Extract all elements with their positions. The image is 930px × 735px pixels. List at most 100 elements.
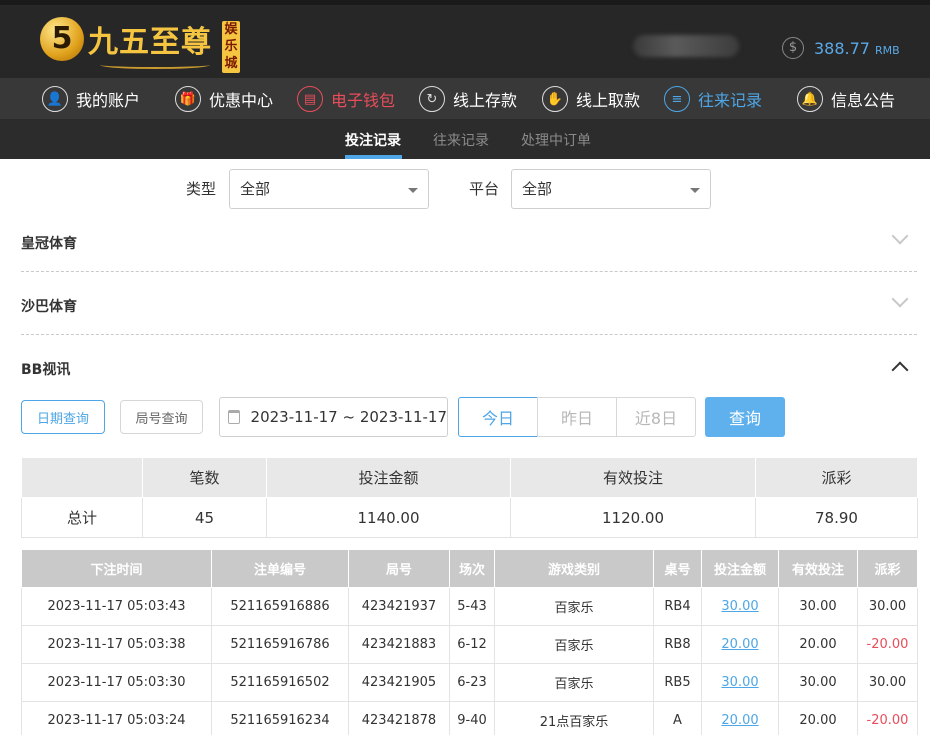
bet-amount-link[interactable]: 20.00 (701, 625, 779, 664)
bet-time: 2023-11-17 05:03:30 (21, 663, 212, 702)
nav-label: 我的账户 (76, 91, 141, 110)
query-button[interactable]: 查询 (705, 397, 785, 437)
blurred-username (633, 35, 739, 57)
summary-cell: 45 (142, 497, 267, 538)
main-nav: 👤 我的账户 🎁 优惠中心 ▤ 电子钱包 ↻ 线上存款 ✋ 线上取款 ≡ 往来记… (0, 78, 930, 120)
bet-id: 521165916502 (211, 663, 349, 702)
bet-amount-link[interactable]: 20.00 (701, 701, 779, 735)
bet-id: 521165916234 (211, 701, 349, 735)
nav-my-account[interactable]: 👤 我的账户 (42, 84, 140, 114)
nav-label: 优惠中心 (209, 91, 274, 110)
payout: -20.00 (857, 625, 918, 664)
nav-records[interactable]: ≡ 往来记录 (664, 84, 762, 114)
platform-select[interactable]: 全部 (511, 169, 711, 209)
payout: 30.00 (857, 663, 918, 702)
bet-amount-link[interactable]: 30.00 (701, 587, 779, 626)
chevron-down-icon (408, 188, 418, 193)
session: 6-23 (449, 663, 495, 702)
summary-cell: 总计 (21, 497, 143, 538)
summary-cell: 1120.00 (510, 497, 756, 538)
nav-label: 线上存款 (453, 91, 518, 110)
table-row: 2023-11-17 05:03:38 521165916786 4234218… (21, 625, 918, 664)
nav-withdraw[interactable]: ✋ 线上取款 (542, 84, 640, 114)
game-type: 百家乐 (494, 625, 654, 664)
table-id: RB5 (653, 663, 702, 702)
platform-select-value: 全部 (522, 180, 553, 198)
brand-name: 九五至尊 (88, 25, 212, 60)
divider (21, 334, 917, 335)
column-header: 有效投注 (778, 549, 858, 588)
round-query-button[interactable]: 局号查询 (120, 400, 203, 434)
valid-bet: 20.00 (778, 625, 858, 664)
valid-bet: 30.00 (778, 587, 858, 626)
chevron-down-icon (690, 188, 700, 193)
nav-deposit[interactable]: ↻ 线上存款 (419, 84, 517, 114)
top-header: 5 九五至尊 娱乐城 $ 388.77 RMB (0, 0, 930, 78)
nav-announcements[interactable]: 🔔 信息公告 (797, 84, 895, 114)
date-query-button[interactable]: 日期查询 (21, 400, 105, 434)
nav-label: 往来记录 (698, 91, 763, 110)
column-header: 游戏类别 (494, 549, 654, 588)
logo-ornament (100, 61, 210, 69)
calendar-icon (228, 410, 240, 424)
records-icon: ≡ (664, 86, 690, 112)
wallet-icon: ▤ (297, 86, 323, 112)
table-row: 2023-11-17 05:03:24 521165916234 4234218… (21, 701, 918, 735)
column-header: 场次 (449, 549, 495, 588)
session: 9-40 (449, 701, 495, 735)
withdraw-icon: ✋ (542, 86, 568, 112)
username-masked (633, 33, 743, 59)
active-tab-indicator (345, 155, 402, 159)
user-icon: 👤 (42, 86, 68, 112)
balance-value: 388.77 (814, 38, 870, 58)
summary-header: 有效投注 (510, 457, 756, 498)
nav-label: 电子钱包 (331, 91, 396, 110)
section-saba-sports[interactable]: 沙巴体育 (21, 296, 77, 316)
tab-transactions[interactable]: 往来记录 (433, 130, 489, 150)
payout: 30.00 (857, 587, 918, 626)
detail-header-row: 下注时间 注单编号 局号 场次 游戏类别 桌号 投注金额 有效投注 派彩 (21, 549, 918, 588)
logo-mark: 5 (40, 17, 84, 61)
round-id: 423421878 (348, 701, 450, 735)
payout: -20.00 (857, 701, 918, 735)
last-8-days-button[interactable]: 近8日 (616, 397, 696, 437)
type-label: 类型 (186, 180, 217, 198)
nav-promotions[interactable]: 🎁 优惠中心 (175, 84, 273, 114)
game-type: 21点百家乐 (494, 701, 654, 735)
section-bb-live[interactable]: BB视讯 (21, 359, 70, 379)
table-row: 2023-11-17 05:03:43 521165916886 4234219… (21, 587, 918, 626)
sub-nav: 投注记录 往来记录 处理中订单 (0, 120, 930, 159)
bell-icon: 🔔 (797, 86, 823, 112)
round-id: 423421905 (348, 663, 450, 702)
bet-time: 2023-11-17 05:03:24 (21, 701, 212, 735)
date-range-input[interactable]: 2023-11-17 ~ 2023-11-17 (219, 397, 448, 437)
column-header: 注单编号 (211, 549, 349, 588)
bet-detail-table: 下注时间 注单编号 局号 场次 游戏类别 桌号 投注金额 有效投注 派彩 202… (21, 549, 918, 735)
brand-logo[interactable]: 5 九五至尊 娱乐城 (40, 15, 250, 73)
type-select[interactable]: 全部 (229, 169, 429, 209)
today-button[interactable]: 今日 (458, 397, 538, 437)
bet-id: 521165916886 (211, 587, 349, 626)
summary-cell: 78.90 (755, 497, 918, 538)
summary-header: 投注金额 (266, 457, 511, 498)
chevron-down-icon[interactable] (891, 290, 909, 308)
chevron-down-icon[interactable] (891, 227, 909, 245)
session: 5-43 (449, 587, 495, 626)
summary-row: 总计 45 1140.00 1120.00 78.90 (21, 497, 918, 538)
column-header: 桌号 (653, 549, 702, 588)
gift-icon: 🎁 (175, 86, 201, 112)
summary-header: 派彩 (755, 457, 918, 498)
game-type: 百家乐 (494, 663, 654, 702)
tab-bet-records[interactable]: 投注记录 (345, 130, 401, 150)
table-row: 2023-11-17 05:03:30 521165916502 4234219… (21, 663, 918, 702)
chevron-up-icon[interactable] (891, 361, 909, 379)
bet-id: 521165916786 (211, 625, 349, 664)
valid-bet: 30.00 (778, 663, 858, 702)
table-id: RB4 (653, 587, 702, 626)
valid-bet: 20.00 (778, 701, 858, 735)
yesterday-button[interactable]: 昨日 (537, 397, 617, 437)
nav-e-wallet[interactable]: ▤ 电子钱包 (297, 84, 395, 114)
bet-amount-link[interactable]: 30.00 (701, 663, 779, 702)
tab-pending-orders[interactable]: 处理中订单 (521, 130, 591, 150)
section-crown-sports[interactable]: 皇冠体育 (21, 233, 77, 253)
